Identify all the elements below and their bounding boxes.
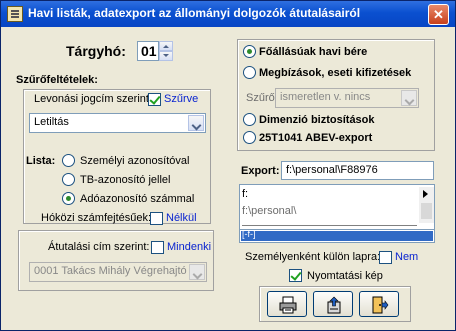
szemelyenkent-label: Személyenként külön lapra: <box>245 251 381 263</box>
hokozi-label: Hóközi számfejtésűek: <box>41 212 152 224</box>
exit-button[interactable] <box>359 291 399 317</box>
hokozi-state: Nélkül <box>166 212 197 224</box>
printer-icon <box>279 296 297 314</box>
drive-select[interactable]: [-f-] <box>239 230 435 243</box>
lista-option-label: TB-azonosító jellel <box>80 174 171 186</box>
tipus-option-label: 25T1041 ABEV-export <box>259 132 373 144</box>
main-window: Havi listák, adatexport az állományi dol… <box>0 0 456 331</box>
tipus-option-label: Dimenzió biztosítások <box>259 114 375 126</box>
targyho-input[interactable]: 01 <box>137 41 159 61</box>
scroll-thumb[interactable] <box>421 203 432 219</box>
export-path-input[interactable]: f:\personal\F88976 <box>281 161 434 180</box>
targyho-label: Tárgyhó: <box>66 43 126 59</box>
szuro-label: Szűrő: <box>246 92 278 104</box>
chevron-down-icon[interactable] <box>188 115 204 131</box>
tipus-option-label: Megbízások, eseti kifizetések <box>259 67 412 79</box>
window-title: Havi listák, adatexport az állományi dol… <box>28 6 361 20</box>
drive-selection <box>241 231 433 241</box>
jogcim-value: Letiltás <box>34 116 69 128</box>
szuro-select[interactable]: ismeretlen v. nincs <box>275 88 419 108</box>
nyomtatasi-label: Nyomtatási kép <box>307 270 383 282</box>
app-icon <box>7 6 23 22</box>
atutalasi-checkbox[interactable] <box>151 241 164 254</box>
levonasi-checkbox[interactable] <box>148 93 161 106</box>
lista-label: Lista: <box>26 155 56 167</box>
szurofeltetelek-label: Szűrőfeltételek: <box>16 74 98 86</box>
nyomtatasi-checkbox[interactable] <box>289 269 302 282</box>
lista-option-label: Személyi azonosítóval <box>80 155 190 167</box>
tipus-option-label: Főállásúak havi bére <box>259 46 368 58</box>
print-button[interactable] <box>267 291 307 317</box>
export-button[interactable] <box>313 291 353 317</box>
chevron-down-icon[interactable] <box>401 90 417 106</box>
lista-radio-szemelyi[interactable] <box>62 154 75 167</box>
lista-option-label: Adóazonosító számmal <box>80 193 195 205</box>
szemelyenkent-state: Nem <box>395 251 419 263</box>
tipus-radio-foallasu[interactable] <box>243 45 256 58</box>
levonasi-state: Szűrve <box>164 93 199 105</box>
lista-radio-ado[interactable] <box>62 192 75 205</box>
tipus-radio-megbizas[interactable] <box>243 66 256 79</box>
export-icon <box>327 296 341 314</box>
hokozi-checkbox[interactable] <box>150 212 163 225</box>
szemelyenkent-checkbox[interactable] <box>379 251 392 264</box>
drive-value: [-f-] <box>242 230 256 239</box>
title-bar: Havi listák, adatexport az állományi dol… <box>1 1 455 27</box>
spin-down-icon[interactable] <box>159 51 173 61</box>
divider <box>242 225 417 226</box>
arrow-right-icon[interactable] <box>423 190 428 198</box>
spin-up-icon[interactable] <box>159 41 173 51</box>
atutalasi-label: Átutalási cím szerint: <box>48 241 150 253</box>
export-label: Export: <box>241 165 280 177</box>
atutalasi-state: Mindenki <box>167 241 212 253</box>
targyho-spinner[interactable] <box>159 41 173 61</box>
lista-radio-tb[interactable] <box>62 173 75 186</box>
levonasi-label: Levonási jogcím szerint: <box>34 93 152 105</box>
exit-door-icon <box>372 296 389 314</box>
chevron-down-icon[interactable] <box>189 264 205 280</box>
tipus-radio-abev[interactable] <box>243 131 256 144</box>
export-folder-list[interactable]: f: f:\personal\ <box>239 184 435 230</box>
atutalasi-select[interactable]: 0001 Takács Mihály Végrehajtó I <box>29 262 207 282</box>
szuro-value: ismeretlen v. nincs <box>280 91 371 103</box>
folder-item[interactable]: f: <box>242 188 248 200</box>
atutalasi-value: 0001 Takács Mihály Végrehajtó I <box>34 265 193 277</box>
tipus-radio-dimenzio[interactable] <box>243 113 256 126</box>
jogcim-select[interactable]: Letiltás <box>29 113 206 133</box>
folder-item[interactable]: f:\personal\ <box>242 205 296 217</box>
close-button[interactable]: ✕ <box>428 4 449 25</box>
scrollbar[interactable] <box>419 187 434 223</box>
